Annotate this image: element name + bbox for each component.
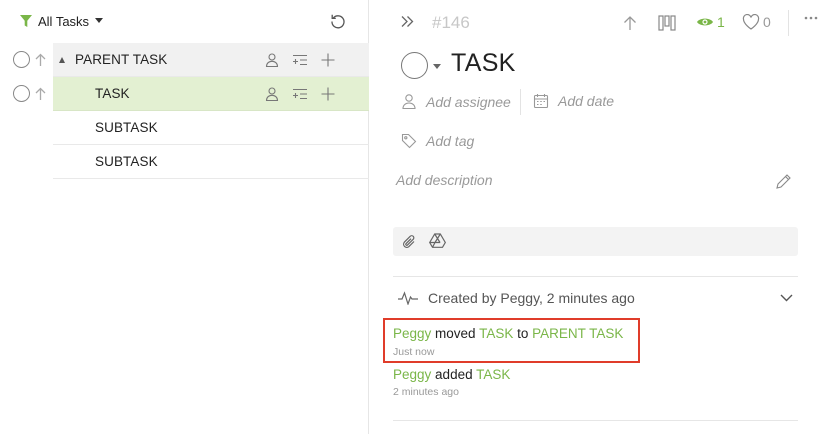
expand-icon[interactable]	[401, 15, 414, 28]
highlight-box	[383, 318, 640, 363]
caret-down-icon	[95, 18, 104, 24]
likes-count: 0	[763, 14, 771, 30]
activity-header: Created by Peggy, 2 minutes ago	[398, 290, 635, 306]
activity-icon	[398, 291, 418, 305]
task-title[interactable]: TASK	[451, 49, 516, 78]
more-icon[interactable]	[804, 16, 818, 20]
description-field[interactable]: Add description	[396, 172, 493, 188]
task-row-subtask[interactable]: SUBTASK	[53, 145, 369, 179]
heart-icon	[742, 14, 760, 30]
assignee-placeholder: Add assignee	[426, 93, 511, 110]
drive-icon[interactable]	[429, 233, 446, 248]
log-task[interactable]: TASK	[476, 367, 510, 382]
add-subtask-icon[interactable]	[292, 52, 308, 68]
log-action: added	[435, 367, 473, 382]
toolbar-divider	[788, 10, 789, 36]
task-number: #146	[432, 13, 470, 32]
add-subtask-icon[interactable]	[292, 86, 308, 102]
task-list-panel: All Tasks PARENT TASK TASK SUBTASK SUBTA…	[0, 0, 369, 434]
chevron-down-icon[interactable]	[780, 294, 793, 302]
task-detail-panel: #146 1 0 TASK Add assignee Add date Add …	[370, 0, 829, 434]
task-name: SUBTASK	[95, 120, 158, 135]
task-name: SUBTASK	[95, 154, 158, 169]
like-button[interactable]: 0	[742, 14, 771, 30]
arrow-up-icon[interactable]	[623, 15, 637, 31]
watchers-count: 1	[717, 14, 725, 30]
task-status-circle[interactable]	[401, 52, 428, 79]
arrow-up-icon[interactable]	[35, 53, 46, 67]
board-icon[interactable]	[658, 15, 676, 31]
tag-placeholder: Add tag	[426, 133, 475, 149]
attachment-bar	[393, 227, 798, 256]
detail-toolbar: #146 1 0	[370, 0, 829, 44]
tag-icon	[401, 133, 417, 149]
activity-log-entry: Peggy added TASK	[393, 367, 510, 382]
task-name: TASK	[95, 86, 130, 101]
complete-radio[interactable]	[13, 85, 30, 102]
arrow-up-icon[interactable]	[35, 87, 46, 101]
assignee-field[interactable]: Add assignee	[401, 93, 511, 110]
task-name: PARENT TASK	[75, 52, 168, 67]
person-icon[interactable]	[264, 86, 280, 102]
log-user[interactable]: Peggy	[393, 367, 431, 382]
pencil-icon[interactable]	[775, 173, 792, 190]
paperclip-icon[interactable]	[401, 233, 417, 250]
plus-icon[interactable]	[320, 52, 336, 68]
person-icon[interactable]	[264, 52, 280, 68]
task-row-subtask[interactable]: SUBTASK	[53, 111, 369, 145]
task-row-selected[interactable]: TASK	[53, 77, 369, 111]
filter-icon	[20, 14, 32, 28]
filter-label: All Tasks	[38, 13, 90, 29]
filter-dropdown[interactable]: All Tasks	[20, 12, 104, 30]
activity-summary: Created by Peggy, 2 minutes ago	[428, 290, 635, 306]
person-icon	[401, 93, 417, 110]
divider	[393, 276, 798, 277]
row-controls-task	[13, 85, 46, 102]
tag-field[interactable]: Add tag	[401, 133, 474, 149]
divider	[393, 420, 798, 421]
calendar-icon	[533, 93, 549, 109]
caret-down-icon[interactable]	[433, 64, 441, 69]
eye-icon	[696, 16, 714, 28]
collapse-triangle-icon[interactable]	[59, 57, 65, 63]
date-placeholder: Add date	[558, 93, 615, 109]
date-field[interactable]: Add date	[533, 93, 614, 109]
watch-button[interactable]: 1	[696, 14, 725, 30]
refresh-icon[interactable]	[329, 12, 347, 30]
task-row-parent[interactable]: PARENT TASK	[53, 43, 369, 77]
log-time: 2 minutes ago	[393, 386, 459, 398]
complete-radio[interactable]	[13, 51, 30, 68]
meta-divider	[520, 89, 521, 115]
row-controls-parent	[13, 51, 46, 68]
plus-icon[interactable]	[320, 86, 336, 102]
